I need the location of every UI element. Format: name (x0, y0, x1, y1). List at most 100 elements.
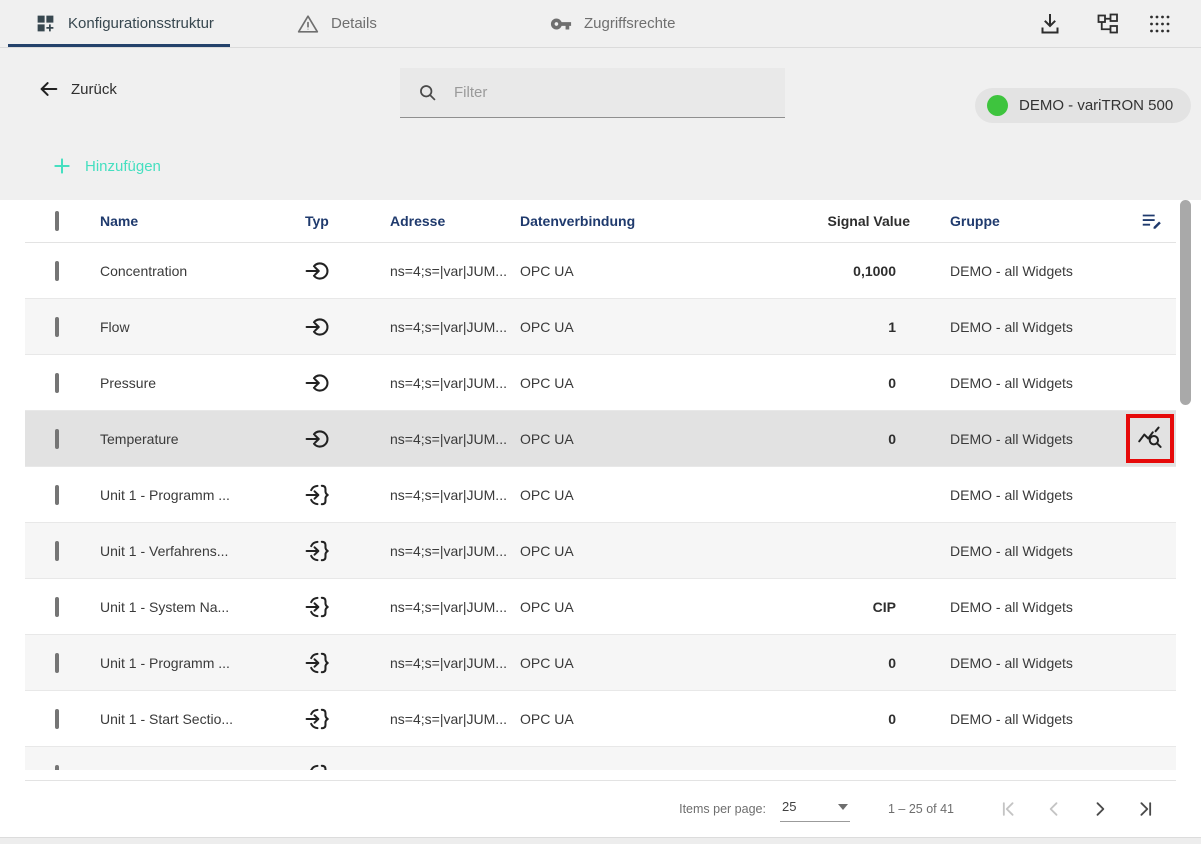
status-dot-green (987, 95, 1008, 116)
download-icon[interactable] (1038, 12, 1062, 36)
cell-adresse: ns=4;s=|var|JUM... (390, 599, 520, 615)
column-header-datenverbindung[interactable]: Datenverbindung (520, 213, 705, 229)
cell-signal-value: 0 (705, 655, 910, 671)
column-header-signal-value[interactable]: Signal Value (705, 213, 910, 229)
row-checkbox[interactable] (55, 373, 59, 393)
items-per-page-value: 25 (782, 799, 796, 814)
string-input-icon (305, 706, 390, 732)
cell-name: Unit 1 - Verfahrens... (100, 543, 305, 559)
cell-adresse: ns=4;s=|var|JUM... (390, 263, 520, 279)
last-page-button[interactable] (1126, 789, 1166, 829)
row-checkbox[interactable] (55, 485, 59, 505)
column-header-typ[interactable]: Typ (305, 213, 390, 229)
filter-input[interactable] (452, 83, 785, 102)
cell-gruppe: DEMO - all Widgets (950, 375, 1125, 391)
add-button-label: Hinzufügen (85, 158, 161, 175)
cell-name: Unit 1 - Start Sectio... (100, 711, 305, 727)
previous-page-button[interactable] (1034, 789, 1074, 829)
cell-gruppe: DEMO - all Widgets (950, 711, 1125, 727)
device-status-label: DEMO - variTRON 500 (1019, 97, 1173, 114)
string-input-icon (305, 594, 390, 620)
row-checkbox[interactable] (55, 261, 59, 281)
column-header-adresse[interactable]: Adresse (390, 213, 520, 229)
row-checkbox[interactable] (55, 541, 59, 561)
back-arrow-icon (38, 78, 60, 100)
chevron-down-icon (838, 804, 848, 810)
edit-columns-icon[interactable] (1125, 210, 1176, 232)
column-header-name[interactable]: Name (100, 213, 305, 229)
table-row[interactable]: Unit 1 - System Na... ns=4;s=|var| (25, 579, 1176, 635)
row-checkbox[interactable] (55, 653, 59, 673)
cell-gruppe: DEMO - all Widgets (950, 655, 1125, 671)
table-row[interactable]: Unit 1 - Verfahrens... ns=4;s=|var (25, 523, 1176, 579)
cell-datenverbindung: OPC UA (520, 375, 705, 391)
row-checkbox[interactable] (55, 709, 59, 729)
signal-table: Name Typ Adresse Datenverbindung Signal … (25, 200, 1176, 836)
table-row[interactable]: Unit 1 - Programm ... ns=4;s=|var| (25, 635, 1176, 691)
table-row[interactable]: Pressure ns=4;s=|var|JUM... OP (25, 355, 1176, 411)
tab-bar: Konfigurationsstruktur Details Zugriffsr… (0, 0, 1201, 48)
items-per-page-select[interactable]: 25 (780, 795, 850, 822)
row-checkbox[interactable] (55, 429, 59, 449)
dashboard-customize-icon (35, 13, 56, 34)
cell-adresse: ns=4;s=|var|JUM... (390, 711, 520, 727)
signal-input-icon (305, 314, 390, 340)
apps-grid-icon[interactable] (1148, 12, 1172, 36)
tab-zugriffsrechte[interactable]: Zugriffsrechte (540, 0, 685, 47)
row-checkbox[interactable] (55, 765, 59, 771)
cell-adresse: ns=4;s=|var|JUM... (390, 767, 520, 771)
tab-label: Details (331, 15, 377, 32)
first-page-button[interactable] (988, 789, 1028, 829)
signal-input-icon (305, 258, 390, 284)
table-scrollbar-thumb[interactable] (1180, 200, 1191, 405)
cell-datenverbindung: OPC UA (520, 263, 705, 279)
table-row[interactable]: Flow ns=4;s=|var|JUM... OPC UA (25, 299, 1176, 355)
back-button[interactable]: Zurück (38, 78, 117, 100)
annotation-red-box (1126, 414, 1174, 463)
cell-adresse: ns=4;s=|var|JUM... (390, 319, 520, 335)
cell-gruppe: DEMO - all Widgets (950, 599, 1125, 615)
cell-gruppe: DEMO - all Widgets (950, 543, 1125, 559)
table-row[interactable]: Unit 1 - Pt Mod... ns=4;s=|var|JUM (25, 747, 1176, 770)
string-input-icon (305, 482, 390, 508)
cell-signal-value: CIP (705, 599, 910, 615)
column-header-gruppe[interactable]: Gruppe (950, 213, 1125, 229)
cell-datenverbindung: OPC UA (520, 487, 705, 503)
add-button[interactable]: Hinzufügen (52, 153, 161, 179)
paginator-range-label: 1 – 25 of 41 (888, 802, 954, 816)
cell-gruppe: DEMO - all Widgets (950, 767, 1125, 771)
select-all-checkbox[interactable] (55, 211, 59, 231)
tab-details[interactable]: Details (287, 0, 387, 47)
cell-signal-value: 1 (705, 767, 910, 771)
plus-icon (52, 156, 72, 176)
tab-label: Zugriffsrechte (584, 15, 675, 32)
row-checkbox[interactable] (55, 597, 59, 617)
table-row[interactable]: Unit 1 - Programm ... ns=4;s=|var| (25, 467, 1176, 523)
filter-field (400, 68, 785, 118)
cell-datenverbindung: OPC UA (520, 655, 705, 671)
tree-structure-icon[interactable] (1096, 12, 1120, 36)
warning-triangle-icon (297, 13, 319, 35)
cell-name: Unit 1 - Programm ... (100, 487, 305, 503)
cell-name: Pressure (100, 375, 305, 391)
device-status-pill[interactable]: DEMO - variTRON 500 (975, 88, 1191, 123)
cell-gruppe: DEMO - all Widgets (950, 319, 1125, 335)
table-row[interactable]: Temperature ns=4;s=|var|JUM... (25, 411, 1176, 467)
table-row[interactable]: Unit 1 - Start Sectio... ns=4;s=|v (25, 691, 1176, 747)
cell-gruppe: DEMO - all Widgets (950, 263, 1125, 279)
string-input-icon (305, 650, 390, 676)
tab-label: Konfigurationsstruktur (68, 15, 214, 32)
row-checkbox[interactable] (55, 317, 59, 337)
tab-konfigurationsstruktur[interactable]: Konfigurationsstruktur (8, 0, 230, 47)
cell-datenverbindung: OPC UA (520, 543, 705, 559)
table-body: Concentration ns=4;s=|var|JUM... (25, 243, 1176, 770)
cell-adresse: ns=4;s=|var|JUM... (390, 543, 520, 559)
cell-name: Unit 1 - System Na... (100, 599, 305, 615)
next-page-button[interactable] (1080, 789, 1120, 829)
cell-gruppe: DEMO - all Widgets (950, 431, 1125, 447)
cell-signal-value: 0 (705, 711, 910, 727)
table-row[interactable]: Concentration ns=4;s=|var|JUM... (25, 243, 1176, 299)
signal-input-icon (305, 426, 390, 452)
back-label: Zurück (71, 81, 117, 98)
cell-name: Flow (100, 319, 305, 335)
